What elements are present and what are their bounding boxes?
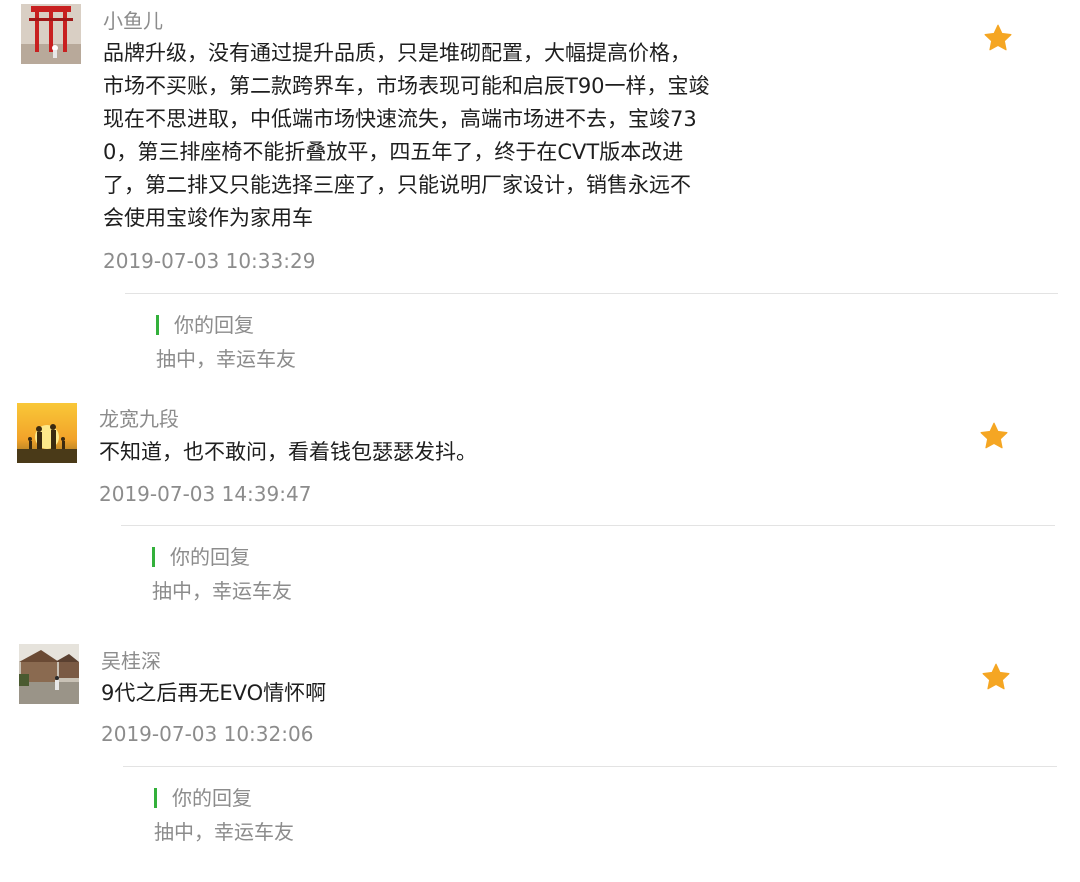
reply-accent-bar [152,547,155,567]
comment-timestamp: 2019-07-03 10:33:29 [103,249,316,273]
user-avatar-icon [19,644,79,704]
username[interactable]: 小鱼儿 [103,9,163,33]
comment-text: 9代之后再无EVO情怀啊 [101,677,731,710]
divider [123,766,1057,767]
comment-line: 了，第二排又只能选择三座了，只能说明厂家设计，销售永远不 [103,173,691,197]
comment-line: 9代之后再无EVO情怀啊 [101,681,327,705]
reply-label: 你的回复 [170,545,250,569]
reply-text: 抽中，幸运车友 [152,579,292,603]
reply-label: 你的回复 [172,786,252,810]
star-icon[interactable] [979,421,1009,451]
reply-text: 抽中，幸运车友 [154,820,294,844]
username[interactable]: 龙宽九段 [99,407,179,431]
reply-header: 你的回复 [154,786,354,810]
comment-line: 0，第三排座椅不能折叠放平，四五年了，终于在CVT版本改进 [103,140,684,164]
comment-line: 现在不思进取，中低端市场快速流失，高端市场进不去，宝竣73 [103,107,697,131]
comment-line: 会使用宝竣作为家用车 [103,206,313,230]
comment-line: 市场不买账，第二款跨界车，市场表现可能和启辰T90一样，宝竣 [103,74,710,98]
reply-header: 你的回复 [156,313,356,337]
user-avatar-icon [17,403,77,463]
comment-timestamp: 2019-07-03 10:32:06 [101,722,314,746]
reply-text: 抽中，幸运车友 [156,347,296,371]
divider [125,293,1058,294]
avatar[interactable] [17,403,77,463]
reply-label: 你的回复 [174,313,254,337]
comment-line: 品牌升级，没有通过提升品质，只是堆砌配置，大幅提高价格， [103,41,691,65]
comment-text: 品牌升级，没有通过提升品质，只是堆砌配置，大幅提高价格， 市场不买账，第二款跨界… [103,37,733,235]
avatar[interactable] [21,4,81,64]
user-avatar-icon [21,4,81,64]
divider [121,525,1055,526]
avatar[interactable] [19,644,79,704]
username[interactable]: 吴桂深 [101,649,161,673]
comment-line: 不知道，也不敢问，看着钱包瑟瑟发抖。 [99,440,477,464]
reply-header: 你的回复 [152,545,352,569]
star-icon[interactable] [983,23,1013,53]
comment-text: 不知道，也不敢问，看着钱包瑟瑟发抖。 [99,436,729,469]
reply-accent-bar [156,315,159,335]
comment-timestamp: 2019-07-03 14:39:47 [99,482,312,506]
star-icon[interactable] [981,662,1011,692]
reply-accent-bar [154,788,157,808]
